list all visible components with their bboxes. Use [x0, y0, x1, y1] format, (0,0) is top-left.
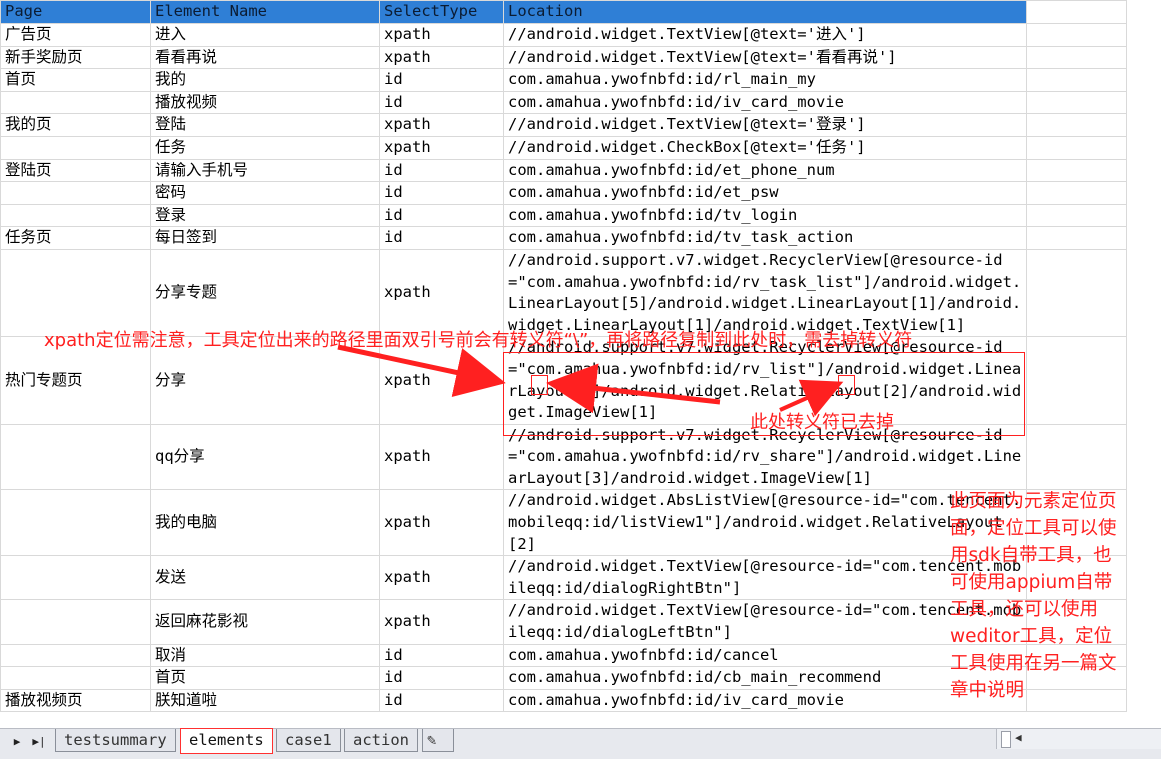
scroll-thumb[interactable] [1001, 731, 1011, 748]
insert-sheet-icon[interactable]: ✎ [422, 729, 454, 752]
spreadsheet-area[interactable]: Page Element Name SelectType Location 广告… [0, 0, 1161, 728]
tab-scroll-last-icon[interactable]: ▶| [32, 735, 46, 749]
tab-case1[interactable]: case1 [276, 729, 341, 752]
scroll-left-arrow-icon[interactable]: ◀ [1015, 731, 1022, 744]
arrow-to-right-quote [779, 379, 844, 417]
annotation-arrows [337, 344, 844, 417]
tab-testsummary[interactable]: testsummary [55, 729, 176, 752]
arrow-to-left-quote [546, 363, 721, 414]
tab-action[interactable]: action [344, 729, 418, 752]
horizontal-scrollbar[interactable]: ◀ [996, 729, 1161, 749]
sheet-tab-bar: ▶ ▶| testsummary elements case1 action ✎… [0, 728, 1161, 759]
arrow-note-to-cell [337, 344, 506, 398]
tab-elements[interactable]: elements [180, 728, 273, 754]
tab-scroll-right-icon[interactable]: ▶ [10, 735, 24, 749]
